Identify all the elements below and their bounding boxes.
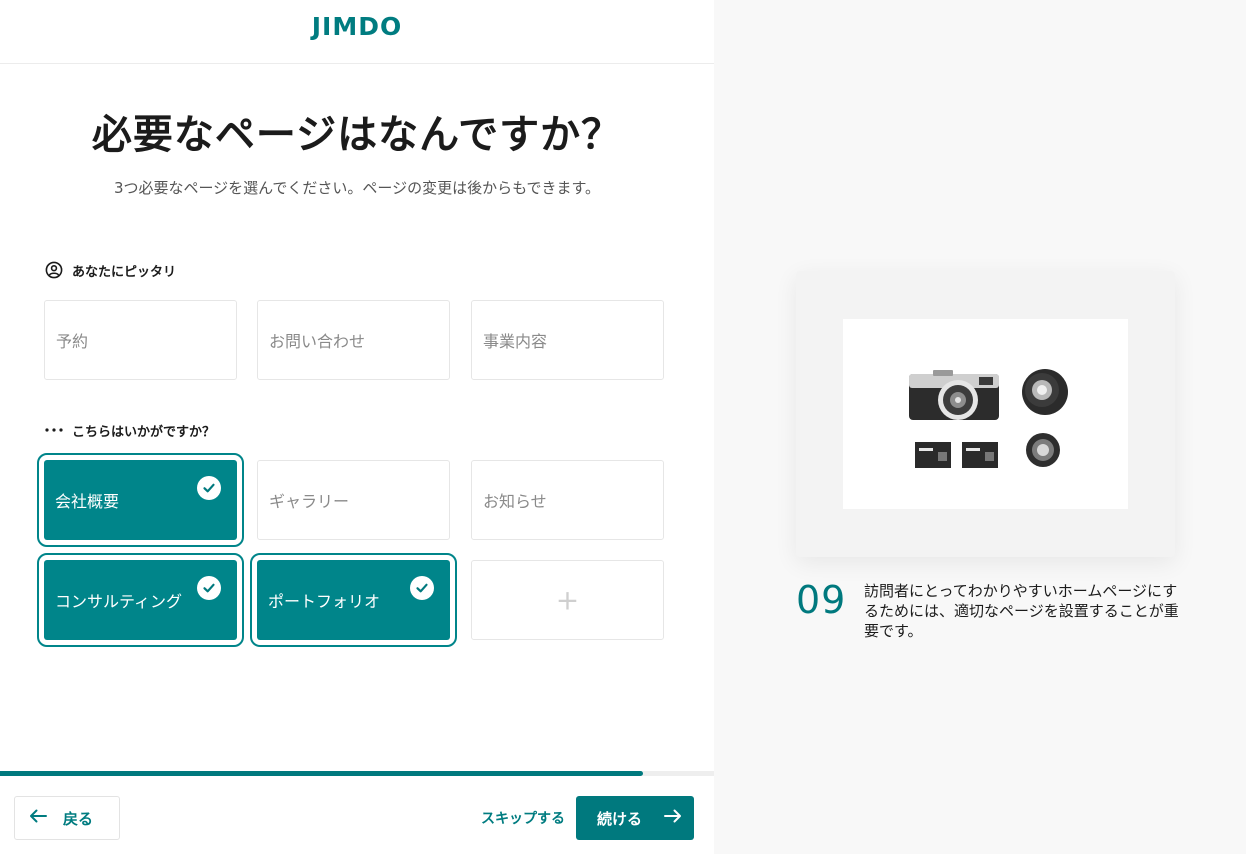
- arrow-right-icon: [664, 809, 682, 827]
- page-option-label: お知らせ: [483, 492, 547, 511]
- arrow-left-icon: [29, 809, 47, 827]
- page-option-news[interactable]: お知らせ: [471, 460, 664, 540]
- page-option-contact[interactable]: お問い合わせ: [257, 300, 450, 380]
- back-button-label: 戻る: [63, 809, 94, 828]
- page-option-label: お問い合わせ: [269, 332, 366, 351]
- section-label-text: こちらはいかがですか？: [72, 424, 216, 440]
- progress-bar: [0, 771, 714, 776]
- setup-panel: JIMDO 必要なページはなんですか？ 3つ必要なページを選んでください。ページ…: [0, 0, 714, 854]
- section-label-recommended: あなたにピッタリ: [44, 260, 176, 280]
- continue-button-label: 続ける: [597, 809, 643, 828]
- preview-card: [796, 271, 1175, 557]
- add-page-button[interactable]: +: [471, 560, 664, 640]
- section-label-suggestions: こちらはいかがですか？: [44, 420, 215, 440]
- page-subtitle: 3つ必要なページを選んでください。ページの変更は後からもできます。: [113, 179, 601, 197]
- skip-link[interactable]: スキップする: [481, 808, 565, 828]
- page-option-label: コンサルティング: [55, 592, 183, 611]
- header: JIMDO: [0, 0, 714, 64]
- page-option-business[interactable]: 事業内容: [471, 300, 664, 380]
- page-option-label: 予約: [56, 332, 89, 351]
- page-option-consulting[interactable]: コンサルティング: [37, 553, 244, 647]
- back-button[interactable]: 戻る: [14, 796, 120, 840]
- plus-icon: +: [555, 583, 580, 617]
- user-heart-icon: [44, 260, 64, 280]
- dots-icon: [44, 420, 64, 440]
- tip-text: 訪問者にとってわかりやすいホームページにするためには、適切なページを設置すること…: [864, 582, 1179, 640]
- tip-panel: 09 訪問者にとってわかりやすいホームページにするためには、適切なページを設置す…: [714, 0, 1246, 854]
- continue-button[interactable]: 続ける: [576, 796, 694, 840]
- jimdo-logo: JIMDO: [311, 12, 403, 41]
- page-option-portfolio[interactable]: ポートフォリオ: [250, 553, 457, 647]
- camera-photo: [843, 319, 1128, 509]
- page-option-company[interactable]: 会社概要: [37, 453, 244, 547]
- progress-bar-fill: [0, 771, 643, 776]
- section-label-text: あなたにピッタリ: [72, 264, 177, 280]
- check-icon: [197, 576, 221, 600]
- page-option-label: ギャラリー: [269, 492, 350, 511]
- page-option-label: 会社概要: [55, 492, 120, 511]
- page-option-label: 事業内容: [483, 332, 548, 351]
- page-title: 必要なページはなんですか？: [91, 112, 623, 158]
- check-icon: [410, 576, 434, 600]
- check-icon: [197, 476, 221, 500]
- page-option-gallery[interactable]: ギャラリー: [257, 460, 450, 540]
- tip-number: 09: [796, 578, 847, 622]
- page-option-reservation[interactable]: 予約: [44, 300, 237, 380]
- page-option-label: ポートフォリオ: [268, 592, 381, 611]
